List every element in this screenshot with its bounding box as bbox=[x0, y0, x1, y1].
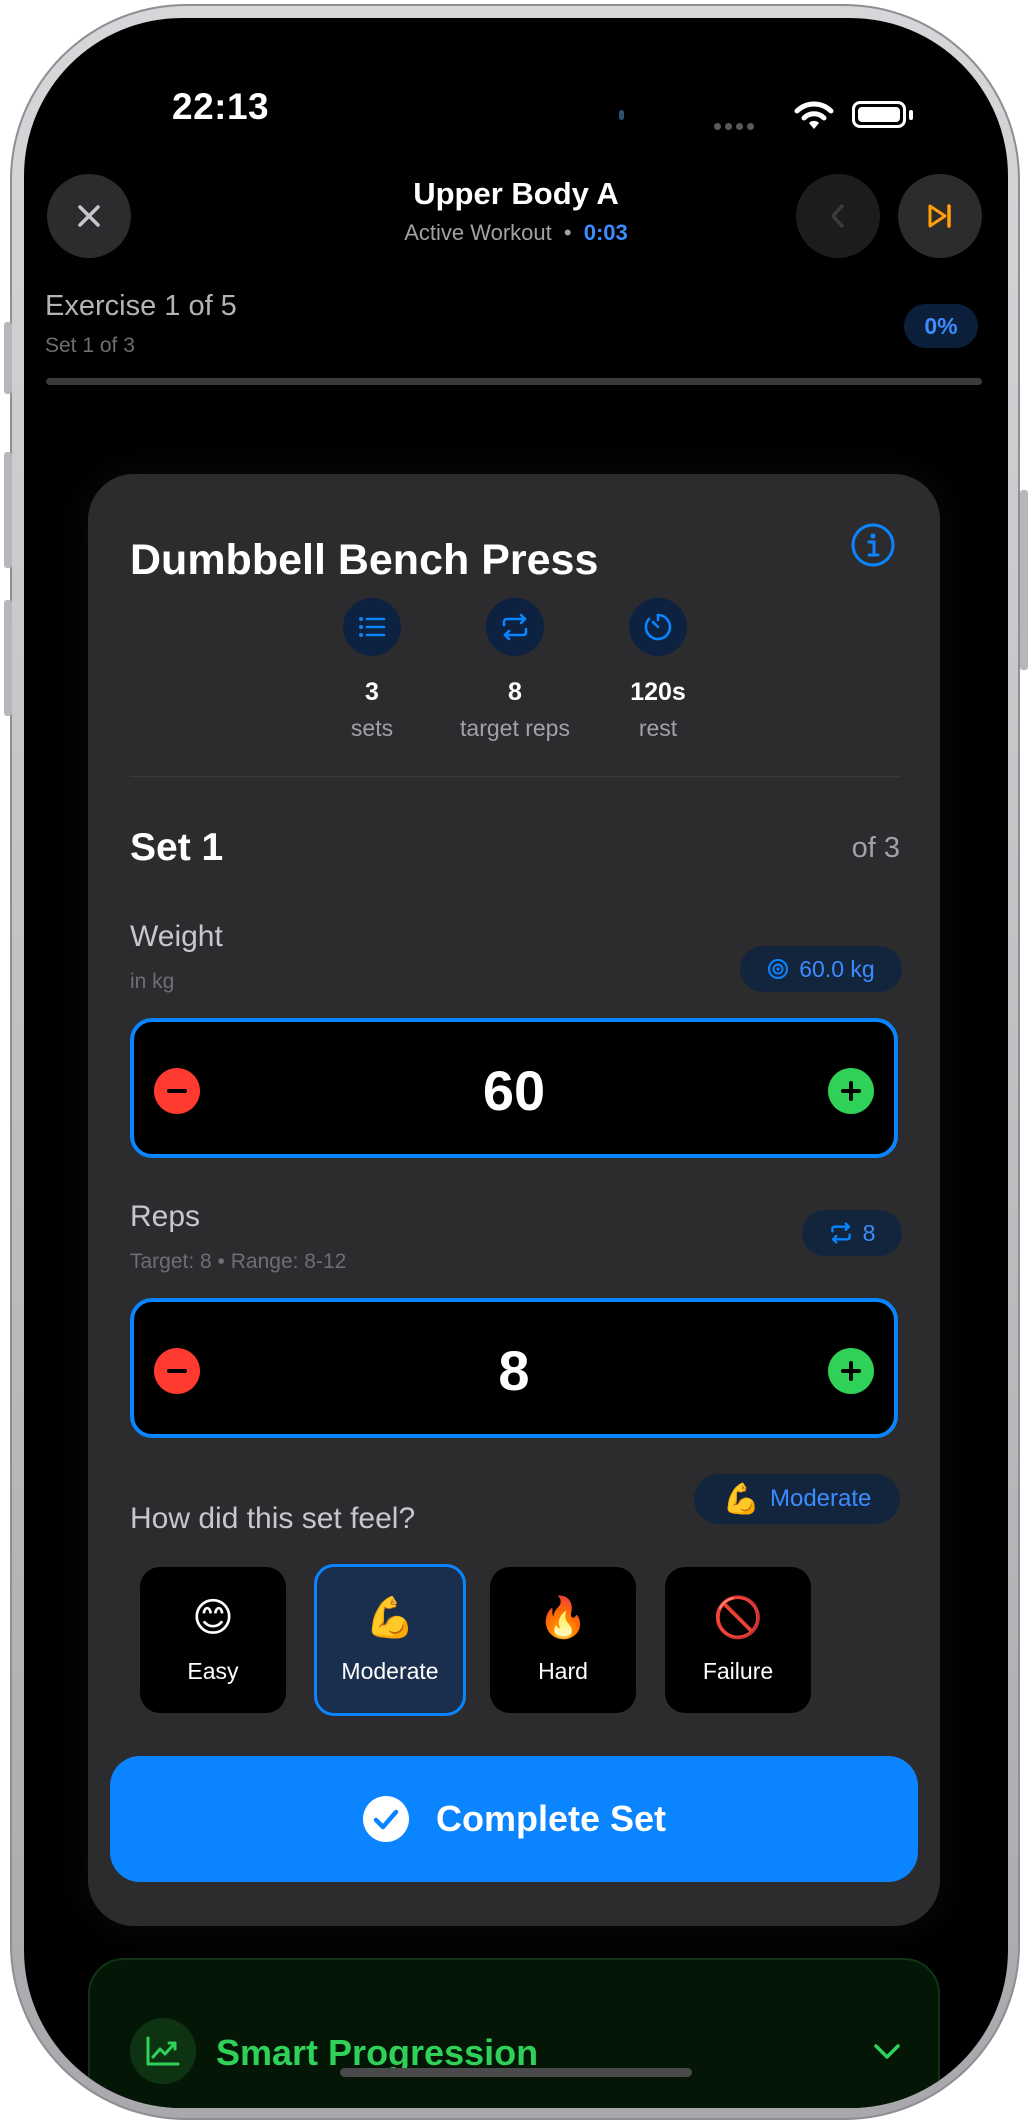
stat-rest: 120s rest bbox=[578, 598, 738, 742]
feel-option-label: Hard bbox=[538, 1657, 588, 1684]
feel-option-failure[interactable]: 🚫 Failure bbox=[665, 1567, 811, 1713]
reps-increment-button[interactable] bbox=[828, 1348, 874, 1394]
feel-option-moderate[interactable]: 💪 Moderate bbox=[314, 1564, 466, 1716]
weight-label: Weight bbox=[130, 920, 223, 953]
repeat-icon bbox=[830, 1222, 851, 1244]
feel-option-label: Failure bbox=[702, 1657, 774, 1684]
skip-exercise-button[interactable] bbox=[898, 174, 982, 258]
reps-target-value: 8 bbox=[862, 1219, 876, 1246]
volume-down-button bbox=[4, 600, 12, 716]
progress-percent-badge: 0% bbox=[904, 304, 978, 348]
complete-set-button[interactable]: Complete Set bbox=[110, 1756, 918, 1882]
weight-stepper[interactable]: 60 bbox=[130, 1018, 898, 1158]
feel-question: How did this set feel? bbox=[130, 1502, 416, 1535]
checkmark-circle-icon bbox=[362, 1796, 409, 1842]
feel-option-easy[interactable]: 😊 Easy bbox=[140, 1567, 286, 1713]
screen: 22:13 Upper Body A Active Workout • 0:03… bbox=[24, 18, 1008, 2108]
status-time: 22:13 bbox=[172, 86, 270, 127]
skip-forward-icon bbox=[928, 204, 951, 228]
exercise-name: Dumbbell Bench Press bbox=[130, 536, 599, 584]
feel-option-hard[interactable]: 🔥 Hard bbox=[490, 1567, 636, 1713]
set-total: of 3 bbox=[851, 832, 900, 864]
workout-title: Upper Body A bbox=[413, 176, 619, 211]
wifi-icon bbox=[794, 101, 834, 129]
target-icon bbox=[768, 959, 789, 979]
chevron-down-icon[interactable] bbox=[872, 2042, 902, 2062]
stat-sets: 3 sets bbox=[292, 598, 452, 742]
stat-target-reps-value: 8 bbox=[508, 678, 522, 706]
elapsed-time: 0:03 bbox=[583, 220, 628, 245]
repeat-icon bbox=[486, 598, 544, 656]
feel-option-label: Easy bbox=[187, 1657, 239, 1684]
chevron-left-icon bbox=[831, 204, 844, 228]
workout-subtitle: Active Workout • 0:03 bbox=[224, 220, 808, 246]
chart-line-icon bbox=[130, 2018, 196, 2084]
info-icon[interactable] bbox=[850, 522, 896, 568]
progress-track bbox=[46, 378, 982, 385]
feel-selected-chip: 💪 Moderate bbox=[694, 1474, 900, 1524]
weight-target-value: 60.0 kg bbox=[799, 955, 875, 982]
feel-selected-label: Moderate bbox=[769, 1485, 872, 1512]
set-title: Set 1 bbox=[130, 826, 224, 869]
stat-target-reps-label: target reps bbox=[460, 715, 570, 741]
reps-label: Reps bbox=[130, 1200, 201, 1233]
plus-icon bbox=[841, 1361, 861, 1381]
subtitle-label: Active Workout bbox=[404, 220, 552, 245]
cellular-icon bbox=[714, 117, 758, 135]
reps-target-range: Target: 8 • Range: 8-12 bbox=[130, 1250, 347, 1273]
fire-icon: 🔥 bbox=[538, 1595, 588, 1640]
feel-option-label: Moderate bbox=[341, 1657, 439, 1684]
stat-rest-value: 120s bbox=[630, 678, 686, 706]
close-icon bbox=[78, 205, 100, 227]
weight-target-chip: 60.0 kg bbox=[740, 946, 902, 992]
stat-sets-label: sets bbox=[350, 715, 394, 741]
subtitle-separator: • bbox=[563, 220, 572, 245]
flexed-biceps-icon: 💪 bbox=[365, 1595, 415, 1640]
smiling-face-icon: 😊 bbox=[192, 1595, 234, 1640]
previous-exercise-button[interactable] bbox=[796, 174, 880, 258]
flexed-biceps-icon: 💪 bbox=[722, 1482, 760, 1516]
timer-icon bbox=[629, 598, 687, 656]
weight-value[interactable]: 60 bbox=[134, 1058, 894, 1123]
complete-set-label: Complete Set bbox=[435, 1798, 667, 1839]
exercise-counter: Exercise 1 of 5 bbox=[45, 290, 237, 322]
list-icon bbox=[343, 598, 401, 656]
battery-icon bbox=[852, 101, 906, 128]
weight-increment-button[interactable] bbox=[828, 1068, 874, 1114]
reps-target-chip: 8 bbox=[802, 1210, 902, 1256]
battery-cap bbox=[909, 110, 913, 120]
action-button bbox=[4, 322, 12, 394]
close-button[interactable] bbox=[47, 174, 131, 258]
home-indicator bbox=[340, 2068, 692, 2077]
set-counter: Set 1 of 3 bbox=[45, 334, 135, 357]
weight-unit: in kg bbox=[130, 970, 175, 993]
stat-target-reps: 8 target reps bbox=[435, 598, 595, 742]
plus-icon bbox=[841, 1081, 861, 1101]
divider bbox=[130, 776, 900, 777]
camera-dot bbox=[619, 110, 624, 120]
stat-sets-value: 3 bbox=[365, 678, 379, 706]
stat-rest-label: rest bbox=[638, 715, 678, 741]
power-button bbox=[1020, 490, 1028, 670]
reps-stepper[interactable]: 8 bbox=[130, 1298, 898, 1438]
prohibited-icon: 🚫 bbox=[713, 1595, 763, 1640]
volume-up-button bbox=[4, 452, 12, 568]
reps-value[interactable]: 8 bbox=[134, 1338, 894, 1403]
